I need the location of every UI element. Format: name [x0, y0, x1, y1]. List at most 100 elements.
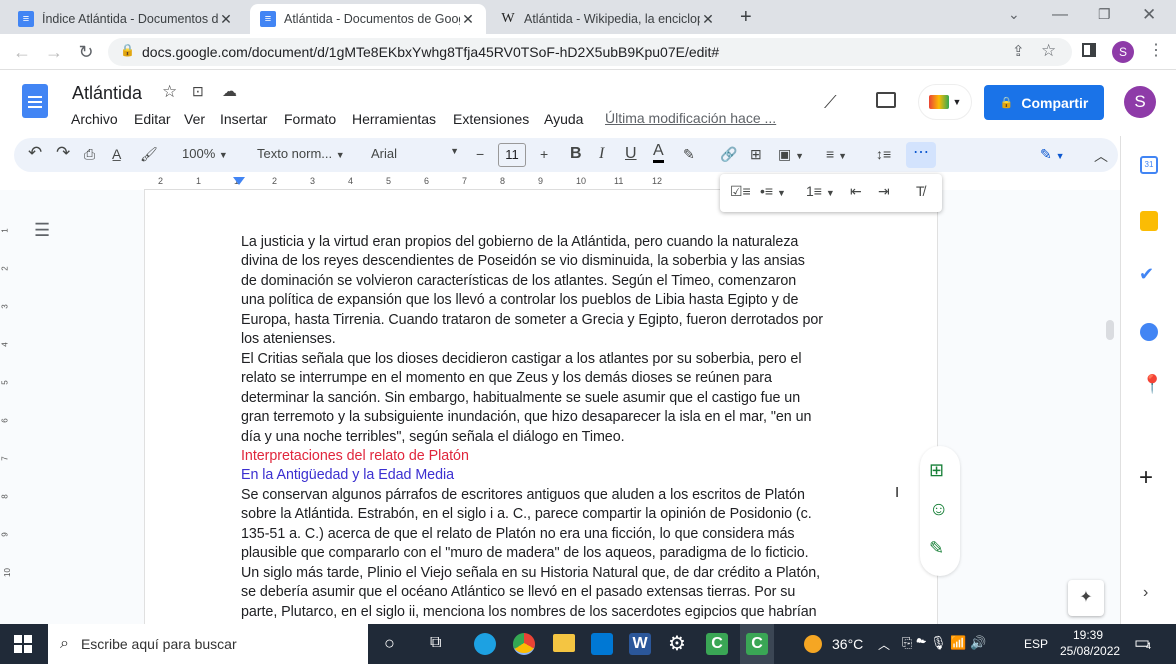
settings-icon[interactable]: ⚙: [668, 631, 686, 656]
minimize-button[interactable]: —: [1052, 6, 1068, 24]
show-side-panel-icon[interactable]: ›: [1143, 584, 1148, 602]
new-tab-button[interactable]: +: [740, 6, 752, 29]
move-folder-icon[interactable]: ⊡: [192, 83, 204, 100]
numbered-list-icon[interactable]: 1≡ ▼: [806, 183, 835, 199]
align-icon[interactable]: ≡ ▼: [826, 146, 847, 162]
calendar-icon[interactable]: 31: [1140, 156, 1158, 174]
paint-format-icon[interactable]: 🖌: [140, 146, 158, 163]
store-icon[interactable]: [591, 633, 613, 655]
input-language[interactable]: ESP: [1024, 637, 1048, 651]
document-outline-icon[interactable]: ☰: [34, 220, 50, 241]
notifications-icon[interactable]: ▭ 4: [1134, 633, 1151, 653]
zoom-select[interactable]: 100% ▼: [182, 146, 228, 161]
close-window-button[interactable]: ✕: [1142, 5, 1156, 25]
emoji-reaction-icon[interactable]: ☺: [929, 499, 948, 521]
browser-tab[interactable]: ≡ Atlántida - Documentos de Goog ✕: [250, 4, 486, 34]
get-addons-icon[interactable]: +: [1139, 464, 1153, 492]
tab-search-chevron-icon[interactable]: ⌄: [1008, 6, 1020, 23]
italic-button[interactable]: I: [599, 145, 604, 163]
browser-menu-icon[interactable]: ⋮: [1148, 40, 1164, 60]
show-hidden-icons[interactable]: ︿: [878, 636, 890, 653]
share-button[interactable]: 🔒 Compartir: [984, 85, 1104, 120]
bulleted-list-icon[interactable]: •≡ ▼: [760, 183, 786, 199]
font-size-input[interactable]: 11: [498, 143, 526, 167]
explore-button[interactable]: ✦: [1068, 580, 1104, 616]
menu-item[interactable]: Herramientas: [352, 111, 436, 127]
browser-tab[interactable]: W Atlántida - Wikipedia, la enciclop ✕: [490, 4, 726, 34]
hide-menus-icon[interactable]: ︿: [1094, 146, 1108, 166]
print-icon[interactable]: ⎙: [84, 146, 95, 163]
browser-tab[interactable]: ≡ Índice Atlántida - Documentos d ✕: [8, 4, 244, 34]
word-icon[interactable]: W: [629, 633, 651, 655]
increase-font-size-button[interactable]: +: [540, 146, 548, 162]
vertical-ruler[interactable]: 1 2 3 4 5 6 7 8 9 10: [0, 190, 14, 624]
menu-item[interactable]: Archivo: [71, 111, 118, 127]
text-color-button[interactable]: A: [653, 142, 664, 163]
taskbar-search-input[interactable]: ⌕ Escribe aquí para buscar: [48, 624, 368, 664]
clock[interactable]: 19:39 25/08/2022: [1060, 628, 1120, 658]
cortana-icon[interactable]: ○: [384, 633, 395, 654]
font-select[interactable]: Arial ▼: [371, 146, 459, 161]
menu-item[interactable]: Ayuda: [544, 111, 583, 127]
underline-button[interactable]: U: [625, 145, 637, 163]
menu-item[interactable]: Insertar: [220, 111, 267, 127]
reload-button[interactable]: ↻: [76, 42, 96, 63]
menu-item[interactable]: Extensiones: [453, 111, 529, 127]
tray-icons[interactable]: ⎘ ☁ 🎙 📶 🔊: [902, 635, 986, 651]
activity-trend-icon[interactable]: ⟋: [824, 92, 837, 113]
docs-logo-icon[interactable]: [22, 84, 48, 118]
indent-marker[interactable]: [233, 177, 245, 185]
task-view-icon[interactable]: ⧉: [430, 634, 441, 652]
close-tab-icon[interactable]: ✕: [460, 11, 476, 28]
chrome-icon[interactable]: [513, 633, 535, 655]
comments-icon[interactable]: [876, 92, 896, 108]
add-comment-icon[interactable]: ⊞: [929, 460, 944, 481]
clear-formatting-icon[interactable]: T̸: [916, 183, 925, 199]
redo-icon[interactable]: ↷: [56, 143, 70, 163]
star-icon[interactable]: ☆: [162, 82, 177, 102]
bookmark-star-icon[interactable]: ☆: [1041, 41, 1056, 61]
account-avatar[interactable]: S: [1124, 86, 1156, 118]
insert-image-icon[interactable]: ▣ ▼: [778, 146, 804, 163]
windows-start-icon[interactable]: [14, 635, 32, 653]
contacts-icon[interactable]: [1140, 323, 1158, 341]
keep-icon[interactable]: [1140, 211, 1158, 231]
style-select[interactable]: Texto norm... ▼: [257, 146, 345, 161]
maps-icon[interactable]: 📍: [1141, 374, 1163, 395]
profile-avatar[interactable]: S: [1112, 41, 1134, 63]
last-edit-link[interactable]: Última modificación hace ...: [605, 110, 776, 126]
undo-icon[interactable]: ↶: [28, 143, 42, 163]
increase-indent-icon[interactable]: ⇥: [878, 183, 890, 200]
menu-item[interactable]: Formato: [284, 111, 336, 127]
spellcheck-icon[interactable]: A̲: [112, 146, 121, 162]
highlight-icon[interactable]: ✎: [683, 146, 695, 163]
file-explorer-icon[interactable]: [553, 634, 575, 652]
scrollbar-thumb[interactable]: [1106, 320, 1114, 340]
temperature[interactable]: 36°C: [832, 636, 863, 652]
side-panel-icon[interactable]: [1082, 43, 1096, 57]
url-input[interactable]: 🔒 docs.google.com/document/d/1gMTe8EKbxY…: [108, 38, 1072, 66]
meet-button[interactable]: ▼: [918, 84, 972, 120]
link-icon[interactable]: 🔗: [720, 146, 737, 163]
add-comment-icon[interactable]: ⊞: [750, 146, 762, 163]
edge-icon[interactable]: [474, 633, 496, 655]
weather-icon[interactable]: [804, 635, 822, 653]
forward-button[interactable]: →: [44, 42, 64, 63]
active-app-tile[interactable]: C: [740, 624, 774, 664]
close-tab-icon[interactable]: ✕: [218, 11, 234, 28]
menu-item[interactable]: Editar: [134, 111, 171, 127]
camtasia-icon[interactable]: C: [706, 633, 728, 655]
checklist-icon[interactable]: ☑≡: [730, 183, 751, 200]
line-spacing-icon[interactable]: ↕≡: [876, 146, 891, 162]
decrease-indent-icon[interactable]: ⇤: [850, 183, 862, 200]
bold-button[interactable]: B: [570, 145, 582, 163]
restore-button[interactable]: ❐: [1098, 6, 1111, 23]
more-options-button[interactable]: ⋯: [906, 142, 936, 168]
suggest-edit-icon[interactable]: ✎: [929, 538, 944, 559]
document-title[interactable]: Atlántida: [72, 83, 142, 104]
tasks-icon[interactable]: ✔: [1139, 264, 1154, 285]
document-page[interactable]: La justicia y la virtud eran propios del…: [144, 190, 938, 624]
share-page-icon[interactable]: ⇪: [1012, 42, 1025, 60]
decrease-font-size-button[interactable]: −: [476, 146, 484, 162]
menu-item[interactable]: Ver: [184, 111, 205, 127]
